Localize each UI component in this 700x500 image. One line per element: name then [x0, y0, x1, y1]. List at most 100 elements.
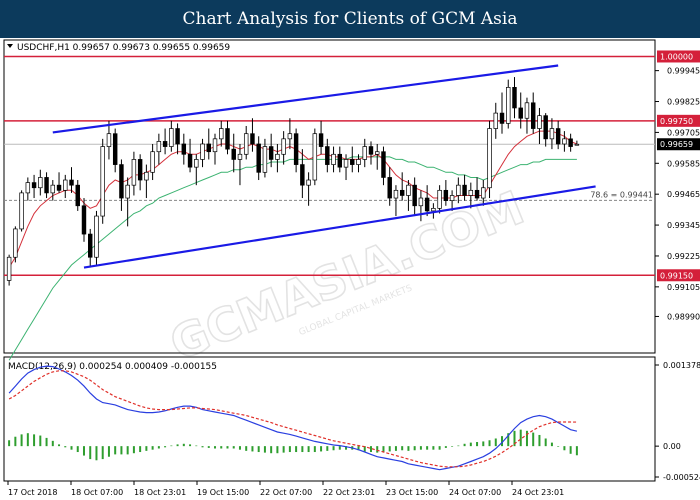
chart-area[interactable]: GCMASIA.COM GLOBAL CAPITAL MARKETS USDCH…: [0, 38, 700, 500]
candle-body: [368, 146, 374, 155]
macd-tick-label: 0.00: [663, 442, 681, 451]
macd-histogram-bar: [89, 446, 92, 460]
candle-body: [243, 133, 249, 155]
level-tag-label: 0.99150: [660, 271, 693, 280]
macd-line: [8, 365, 578, 471]
candle-body: [175, 128, 180, 145]
macd-histogram-bar: [338, 446, 341, 450]
candle-body: [437, 189, 442, 209]
macd-histogram-bar: [26, 433, 29, 447]
time-axis: 17 Oct 2018 18 Oct 07:00 18 Oct 23:01 19 Oc…: [7, 481, 564, 497]
candle-body: [337, 153, 343, 168]
macd-histogram-bar: [432, 446, 435, 450]
macd-histogram-bar: [58, 444, 61, 447]
candle-body: [169, 128, 174, 147]
macd-histogram-bar: [257, 446, 260, 453]
candle-body: [318, 133, 324, 147]
macd-histogram-bar: [157, 446, 160, 449]
candle-body: [187, 153, 193, 168]
macd-histogram-bar: [401, 446, 404, 451]
candle-body: [487, 128, 492, 189]
candle-body: [81, 205, 87, 235]
candle-body: [300, 164, 305, 186]
macd-histogram-bar: [101, 446, 104, 460]
macd-histogram-bar: [251, 446, 254, 452]
candle-body: [156, 141, 162, 153]
candle-body: [75, 184, 80, 207]
price-tick-label: 0.99705: [667, 128, 700, 137]
macd-histogram-bar: [463, 443, 466, 447]
candle-body: [6, 256, 12, 281]
price-tick-label: 0.99225: [667, 252, 700, 261]
macd-histogram-bar: [563, 446, 566, 451]
candle-body: [406, 184, 411, 196]
candle-body: [31, 182, 37, 189]
candle-body: [181, 143, 187, 155]
candle-body: [449, 195, 455, 201]
price-tick-label: 0.99345: [667, 221, 700, 230]
macd-histogram-bar: [295, 446, 298, 453]
time-tick-label: 18 Oct 23:01: [134, 488, 186, 497]
macd-histogram-bar: [376, 446, 379, 453]
time-tick-label: 24 Oct 23:01: [512, 488, 564, 497]
candle-body: [268, 146, 274, 160]
signal-line: [8, 370, 577, 468]
page-title: Chart Analysis for Clients of GCM Asia: [0, 0, 700, 38]
macd-histogram-bar: [575, 446, 578, 456]
macd-histogram-bar: [544, 438, 547, 447]
macd-histogram-bar: [107, 446, 110, 457]
macd-histogram-bar: [407, 446, 410, 451]
macd-histogram-bar: [64, 446, 67, 448]
fib-label: 78.6 = 0.99441: [590, 190, 653, 199]
macd-histogram-bar: [388, 446, 391, 452]
price-tick-label: 0.99585: [667, 159, 700, 168]
macd-histogram-bar: [245, 446, 248, 451]
macd-histogram-bar: [482, 441, 485, 447]
macd-histogram-bar: [145, 446, 148, 451]
price-tick-label: 0.99825: [667, 98, 700, 107]
candle-body: [412, 184, 417, 207]
time-tick-label: 22 Oct 23:01: [323, 488, 375, 497]
macd-histogram-bar: [126, 446, 129, 455]
macd-histogram-bar: [469, 442, 472, 447]
price-axis: 0.99945 0.99825 0.99705 0.99585 0.99465 0.993…: [655, 67, 700, 321]
price-tick-label: 0.99105: [667, 283, 700, 292]
candle-body: [424, 197, 430, 212]
candle-body: [206, 143, 211, 153]
time-tick-label: 23 Oct 15:00: [386, 488, 438, 497]
candle-body: [350, 159, 355, 165]
price-tick-label: 0.98990: [667, 312, 700, 321]
macd-histogram-bar: [226, 446, 229, 449]
macd-histogram-bar: [151, 446, 154, 450]
macd-histogram-bar: [20, 434, 23, 447]
macd-histogram-bar: [557, 446, 560, 447]
macd-histogram-bar: [419, 446, 422, 450]
macd-histogram-bar: [276, 446, 279, 454]
macd-histogram-bar: [95, 446, 98, 461]
candle-body: [281, 138, 286, 155]
candle-body: [262, 146, 268, 173]
macd-histogram-bar: [519, 429, 522, 447]
candle-body: [19, 192, 24, 230]
macd-histogram-bar: [39, 435, 42, 447]
candle-body: [506, 87, 511, 124]
candle-body: [481, 187, 486, 199]
macd-histogram-bar: [413, 446, 416, 451]
macd-histogram-bar: [195, 445, 198, 447]
candle-body: [306, 179, 311, 186]
candle-body: [512, 87, 517, 109]
macd-histogram-bar: [263, 446, 266, 453]
candle-body: [393, 189, 399, 199]
macd-histogram-bar: [438, 446, 441, 450]
collapse-triangle-icon[interactable]: [7, 44, 13, 48]
candle-body: [462, 184, 467, 196]
macd-histogram-bar: [476, 442, 479, 447]
candle-body: [162, 141, 168, 147]
macd-histogram-bar: [114, 446, 117, 455]
candle-body: [562, 138, 567, 145]
candle-body: [69, 179, 74, 186]
candle-body: [555, 128, 561, 145]
candle-body: [225, 128, 230, 150]
candle-body: [144, 171, 149, 181]
time-tick-label: 18 Oct 07:00: [71, 488, 123, 497]
